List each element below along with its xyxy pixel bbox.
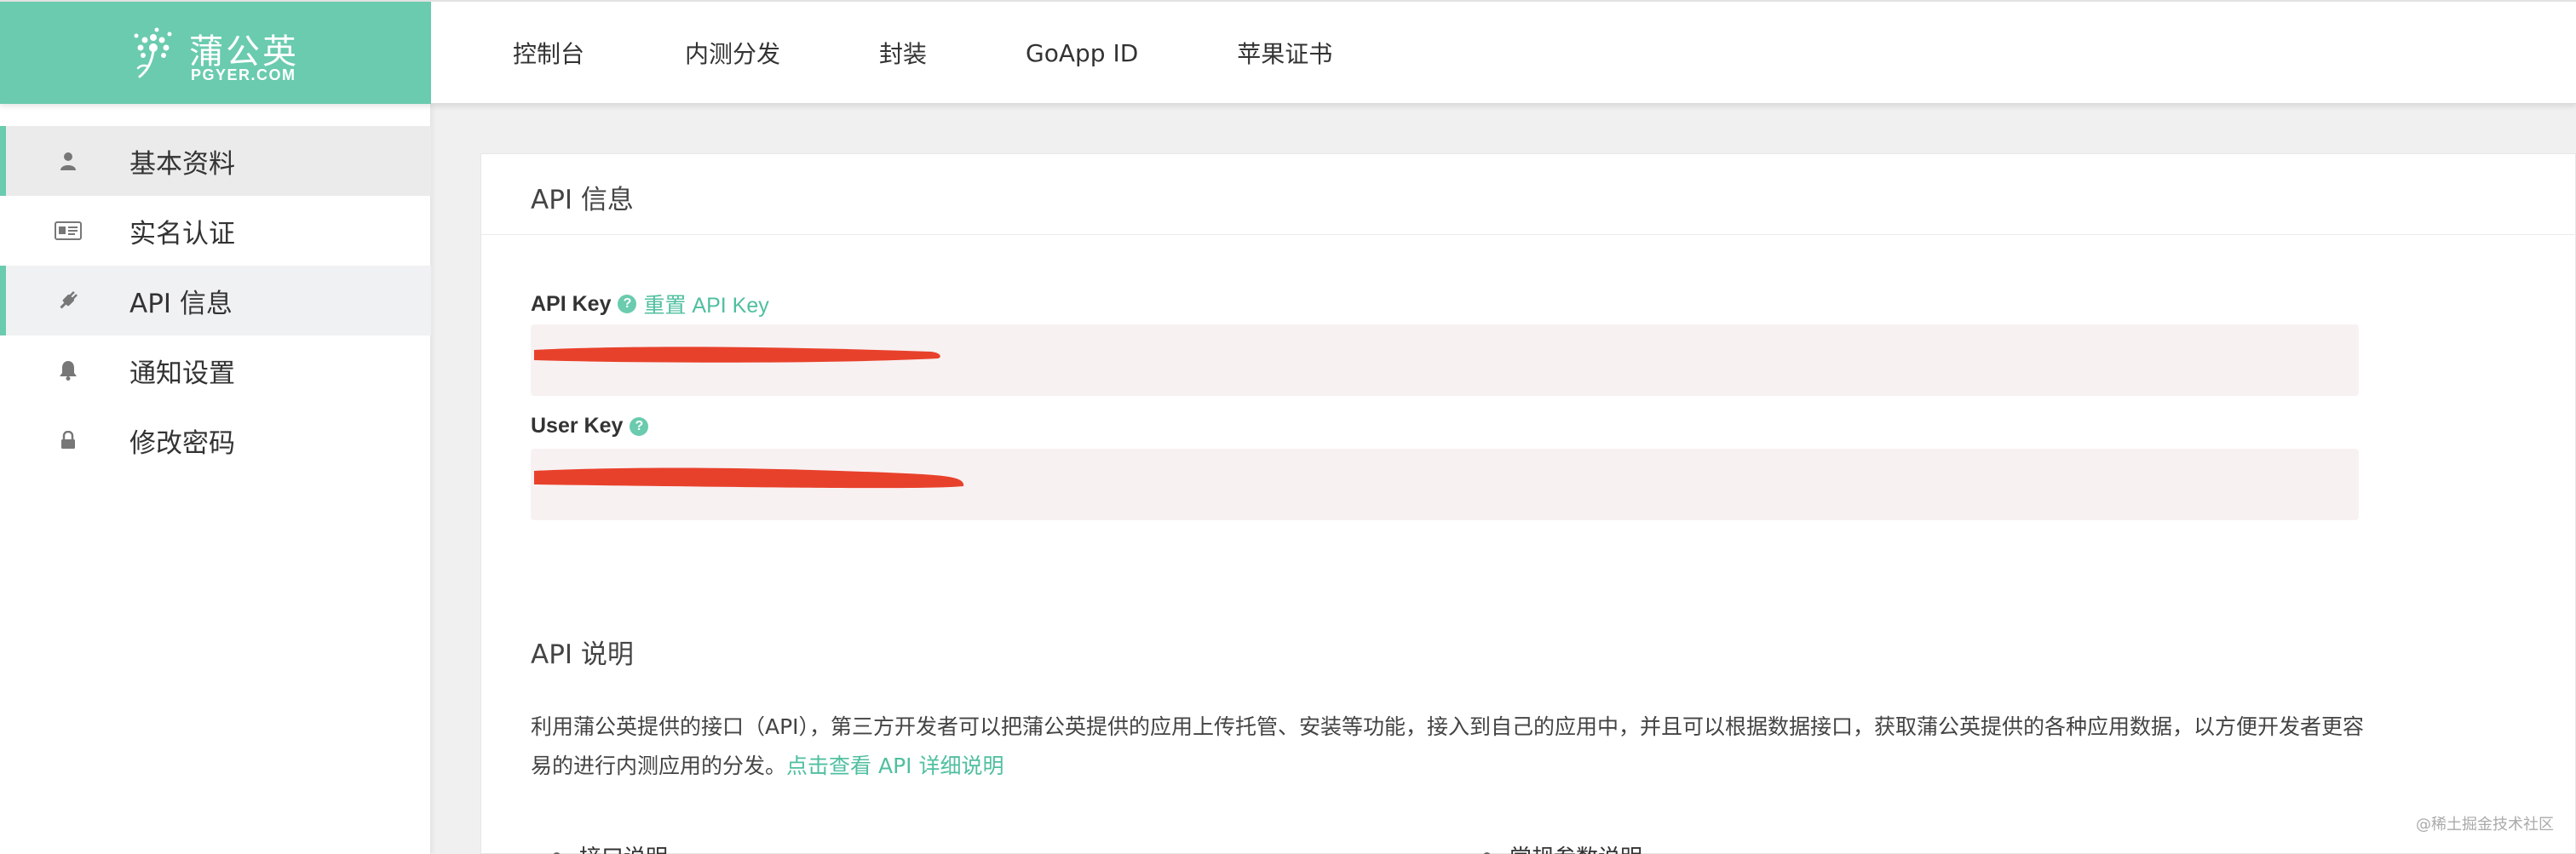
plug-icon bbox=[53, 289, 83, 312]
nav-item-beta-distribution[interactable]: 内测分发 bbox=[685, 36, 780, 70]
sidebar: 基本资料 实名认证 API 信息 通知设置 修改密码 bbox=[0, 104, 431, 854]
id-card-icon bbox=[53, 219, 83, 243]
lock-icon bbox=[53, 428, 83, 452]
sidebar-item-api-info[interactable]: API 信息 bbox=[0, 266, 431, 335]
title-divider bbox=[481, 234, 2576, 235]
redaction-mark bbox=[534, 347, 940, 363]
api-key-label-row: API Key ? 重置 API Key bbox=[531, 289, 769, 319]
sidebar-item-real-name-auth[interactable]: 实名认证 bbox=[0, 196, 431, 266]
page-title: API 信息 bbox=[531, 185, 634, 215]
sidebar-item-label: 实名认证 bbox=[129, 218, 235, 249]
top-header: 蒲公英 PGYER.COM 控制台 内测分发 封装 GoApp ID 苹果证书 bbox=[0, 0, 2576, 104]
dandelion-logo-icon bbox=[134, 27, 172, 78]
api-explanation-title: API 说明 bbox=[531, 639, 634, 670]
api-info-card: API 信息 API Key ? 重置 API Key User Key ? A… bbox=[480, 153, 2576, 854]
sidebar-item-label: 修改密码 bbox=[129, 427, 235, 459]
sidebar-item-notification-settings[interactable]: 通知设置 bbox=[0, 335, 431, 405]
watermark: @稀土掘金技术社区 bbox=[2416, 816, 2554, 834]
sidebar-menu: 基本资料 实名认证 API 信息 通知设置 修改密码 bbox=[0, 126, 431, 475]
brand-logo[interactable]: 蒲公英 PGYER.COM bbox=[0, 2, 431, 104]
top-nav: 控制台 内测分发 封装 GoApp ID 苹果证书 bbox=[431, 2, 1332, 104]
brand-name-en: PGYER.COM bbox=[191, 66, 296, 83]
sidebar-item-label: 基本资料 bbox=[129, 148, 235, 180]
sidebar-item-label: API 信息 bbox=[129, 288, 233, 319]
bullet-label: 常规参数说明 bbox=[1509, 840, 1642, 854]
sidebar-item-label: 通知设置 bbox=[129, 358, 235, 389]
api-description: 利用蒲公英提供的接口（API），第三方开发者可以把蒲公英提供的应用上传托管、安装… bbox=[531, 708, 2371, 786]
api-key-field[interactable] bbox=[531, 324, 2359, 396]
reset-api-key-link[interactable]: 重置 API Key bbox=[643, 289, 768, 319]
sidebar-item-change-password[interactable]: 修改密码 bbox=[0, 405, 431, 475]
nav-item-console[interactable]: 控制台 bbox=[513, 36, 584, 70]
user-key-label-row: User Key ? bbox=[531, 414, 649, 438]
help-icon[interactable]: ? bbox=[630, 416, 649, 436]
bell-icon bbox=[53, 358, 83, 382]
user-icon bbox=[53, 149, 83, 173]
nav-item-packaging[interactable]: 封装 bbox=[879, 36, 927, 70]
redaction-mark bbox=[534, 467, 964, 489]
api-docs-link[interactable]: 点击查看 API 详细说明 bbox=[786, 754, 1003, 778]
list-item[interactable]: 接口说明 bbox=[553, 840, 668, 854]
sidebar-item-profile[interactable]: 基本资料 bbox=[0, 126, 431, 196]
nav-item-apple-certificate[interactable]: 苹果证书 bbox=[1237, 36, 1332, 70]
api-key-label: API Key bbox=[531, 291, 612, 316]
nav-item-goapp-id[interactable]: GoApp ID bbox=[1026, 39, 1138, 67]
list-item[interactable]: 常规参数说明 bbox=[1483, 840, 1642, 854]
help-icon[interactable]: ? bbox=[618, 295, 637, 313]
bullet-label: 接口说明 bbox=[579, 840, 668, 854]
user-key-field[interactable] bbox=[531, 449, 2359, 520]
user-key-label: User Key bbox=[531, 414, 624, 438]
